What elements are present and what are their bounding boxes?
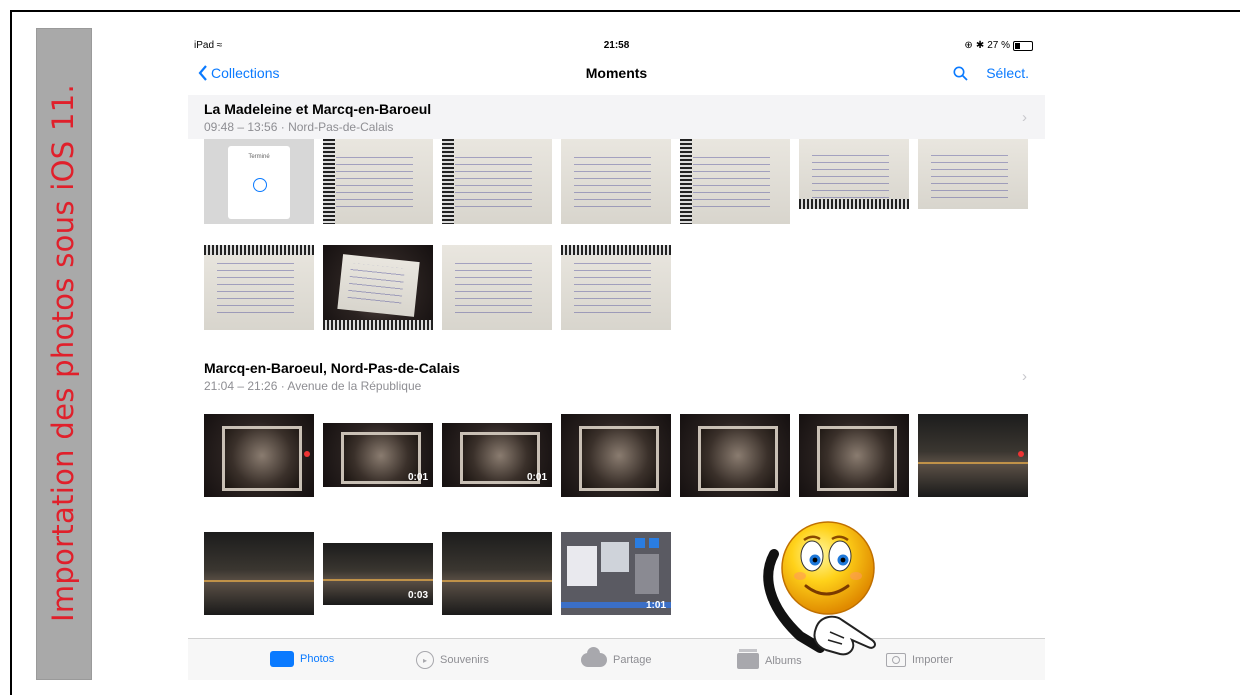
tab-importer[interactable]: Importer [886, 653, 953, 667]
video-thumbnail[interactable]: 0:01 [442, 423, 552, 487]
photo-thumbnail[interactable] [561, 414, 671, 497]
tab-partage[interactable]: Partage [581, 647, 652, 667]
tab-label: Photos [300, 653, 335, 665]
photo-thumbnail[interactable] [204, 532, 314, 615]
window-preview [601, 542, 629, 572]
navigation-bar: Collections Moments Sélect. [188, 55, 1045, 91]
photo-thumbnail[interactable] [799, 139, 909, 209]
status-bar: iPad ≈ 21:58 ⊕ ✱ 27 % [188, 37, 1045, 55]
photo-thumbnail[interactable] [323, 139, 433, 224]
search-icon[interactable] [953, 66, 968, 81]
bluetooth-icon: ✱ [975, 40, 985, 51]
moment-title: La Madeleine et Marcq-en-Baroeul [204, 101, 432, 117]
slide-title: Importation des photos sous iOS 11. [46, 83, 80, 623]
video-duration: 0:03 [407, 590, 428, 601]
battery-percent: 27 % [987, 40, 1010, 51]
tab-label: Importer [912, 654, 953, 666]
video-duration: 0:01 [526, 472, 547, 483]
tab-bar: Photos ▸ Souvenirs Partage Albums Import… [188, 638, 1045, 680]
tab-label: Souvenirs [440, 654, 489, 666]
video-thumbnail[interactable]: 0:03 [323, 543, 433, 605]
photo-thumbnail[interactable] [561, 245, 671, 330]
red-light [1018, 451, 1024, 458]
video-thumbnail[interactable]: 0:01 [323, 423, 433, 487]
screenshot-text: Terminé [248, 153, 270, 160]
photo-thumbnail[interactable] [323, 245, 433, 330]
tv-image [697, 425, 779, 492]
moment-header[interactable]: Marcq-en-Baroeul, Nord-Pas-de-Calais 21:… [188, 354, 1045, 398]
photo-thumbnail[interactable] [799, 414, 909, 497]
window-preview [567, 546, 597, 586]
photo-thumbnail[interactable] [442, 532, 552, 615]
tv-image [816, 425, 898, 492]
memories-icon: ▸ [416, 651, 434, 669]
photo-thumbnail[interactable] [442, 139, 552, 224]
tab-photos[interactable]: Photos [267, 648, 335, 667]
status-time: 21:58 [603, 40, 630, 51]
albums-icon [737, 649, 759, 669]
tv-image [221, 425, 303, 492]
photo-thumbnail[interactable] [204, 245, 314, 330]
nav-actions: Sélect. [953, 65, 1029, 81]
photo-thumbnail[interactable] [918, 139, 1028, 209]
control-tile [635, 538, 645, 548]
video-duration: 0:01 [407, 472, 428, 483]
photo-thumbnail[interactable] [680, 139, 790, 224]
chevron-right-icon: › [1022, 368, 1027, 385]
check-icon [252, 177, 267, 192]
tv-image [578, 425, 660, 492]
video-duration: 1:01 [645, 600, 666, 611]
battery-icon [1013, 40, 1033, 51]
tab-souvenirs[interactable]: ▸ Souvenirs [416, 651, 489, 669]
pointing-smiley-icon [763, 521, 876, 656]
photo-thumbnail[interactable] [680, 414, 790, 497]
moment-header[interactable]: La Madeleine et Marcq-en-Baroeul 09:48 –… [188, 95, 1045, 139]
cloud-icon [581, 647, 607, 667]
photo-thumbnail[interactable] [918, 414, 1028, 497]
photo-thumbnail[interactable] [204, 414, 314, 497]
tab-label: Partage [613, 654, 652, 666]
photo-thumbnail[interactable]: Terminé [204, 139, 314, 224]
red-light [304, 451, 310, 458]
moment-subtitle: 21:04 – 21:26 · Avenue de la République [204, 379, 422, 393]
video-thumbnail[interactable]: 1:01 [561, 532, 671, 615]
screenshot-card: Terminé [228, 145, 290, 219]
control-panel [635, 554, 659, 594]
lock-rotation-icon: ⊕ [964, 40, 973, 51]
photos-icon [267, 648, 294, 667]
chevron-right-icon: › [1022, 109, 1027, 126]
status-right: ⊕ ✱ 27 % [964, 40, 1033, 51]
moment-title: Marcq-en-Baroeul, Nord-Pas-de-Calais [204, 360, 460, 376]
photo-thumbnail[interactable] [561, 139, 671, 224]
camera-icon [886, 653, 906, 667]
photo-thumbnail[interactable] [442, 245, 552, 330]
moment-subtitle: 09:48 – 13:56 · Nord-Pas-de-Calais [204, 120, 394, 134]
ipad-screen: iPad ≈ 21:58 ⊕ ✱ 27 % Collections Moment… [188, 37, 1045, 680]
page-title: Moments [585, 65, 648, 81]
control-tile [649, 538, 659, 548]
select-button[interactable]: Sélect. [986, 65, 1029, 81]
